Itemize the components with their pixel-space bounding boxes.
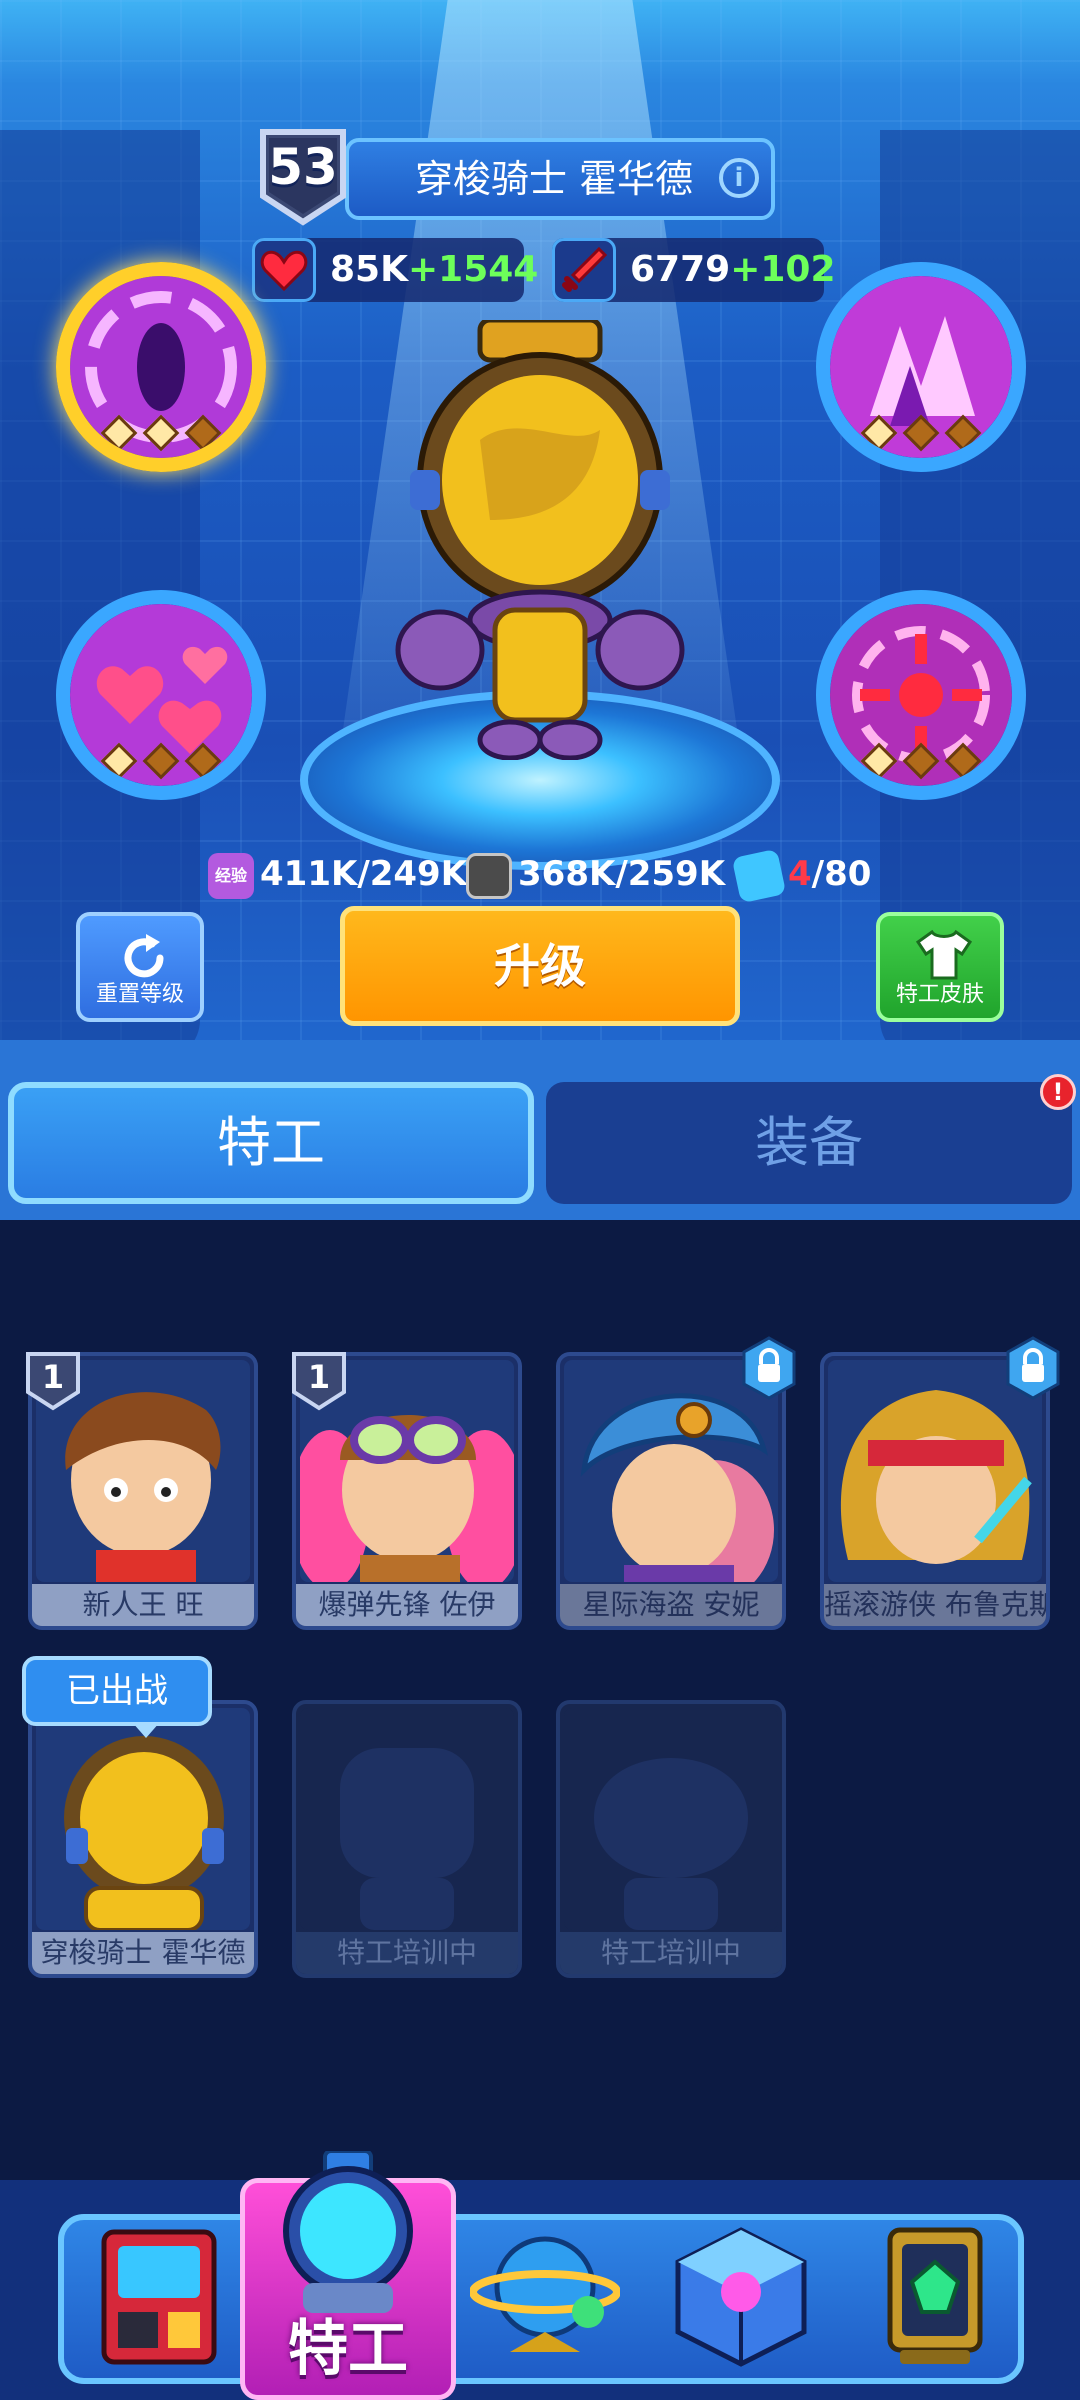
tab-agents[interactable]: 特工 — [8, 1082, 534, 1204]
reset-level-label: 重置等级 — [95, 982, 184, 1007]
nav-agents-label: 特工 — [288, 2314, 408, 2384]
deployed-tag-pointer — [132, 1722, 160, 1738]
tshirt-icon — [915, 929, 973, 980]
agent-name: 穿梭骑士 霍华德 — [32, 1932, 254, 1974]
crystal-cube-icon[interactable] — [666, 2222, 816, 2372]
attack-stat: 6779+102 — [552, 238, 836, 302]
agent-name: 特工培训中 — [296, 1932, 518, 1974]
reset-level-button[interactable]: 重置等级 — [76, 912, 204, 1022]
tape-resource: 368K/259K — [466, 846, 725, 902]
agent-card[interactable]: 特工培训中 — [556, 1700, 786, 1978]
card-count: 4 — [788, 854, 812, 894]
agent-name: 特工培训中 — [560, 1932, 782, 1974]
agent-level: 1 — [41, 1358, 65, 1396]
agent-card-icon — [731, 848, 787, 903]
hero-character-sprite — [395, 320, 685, 760]
hp-stat: 85K+1544 — [252, 238, 538, 302]
agent-name: 星际海盗 安妮 — [560, 1584, 782, 1626]
agent-card[interactable]: 特工培训中 — [292, 1700, 522, 1978]
agent-silhouette-training — [564, 1708, 778, 1930]
alert-badge-icon: ! — [1040, 1074, 1076, 1110]
exp-value: 411K/249K — [260, 854, 468, 894]
agent-portrait-howard — [36, 1708, 250, 1930]
hero-name: 穿梭骑士 霍华德 — [414, 157, 694, 201]
agent-skin-label: 特工皮肤 — [895, 982, 984, 1007]
hero-level: 53 — [268, 138, 338, 196]
exp-icon: 经验 — [208, 852, 254, 899]
agent-card[interactable]: 穿梭骑士 霍华德 — [28, 1700, 258, 1978]
tab-equipment[interactable]: 装备 — [546, 1082, 1072, 1204]
heart-icon — [252, 238, 316, 302]
exp-resource: 经验 411K/249K — [208, 846, 467, 902]
sword-icon — [552, 238, 616, 302]
agent-level: 1 — [307, 1358, 331, 1396]
skill-orb-hearts[interactable] — [56, 590, 266, 800]
cassette-tape-icon — [466, 852, 512, 899]
skill-orb-crystal[interactable] — [816, 262, 1026, 472]
upgrade-button[interactable]: 升级 — [340, 906, 740, 1026]
tape-value: 368K/259K — [518, 854, 726, 894]
agent-helmet-icon — [283, 2151, 413, 2313]
skill-orb-vortex[interactable] — [56, 262, 266, 472]
lock-icon — [1006, 1336, 1060, 1400]
agent-silhouette-training — [300, 1708, 514, 1930]
hero-name-plate: 穿梭骑士 霍华德 i — [345, 138, 775, 220]
agent-name: 爆弹先锋 佐伊 — [296, 1584, 518, 1626]
hp-value: 85K — [330, 249, 408, 290]
card-resource: 4/80 — [731, 846, 872, 903]
arcade-machine-icon[interactable] — [84, 2222, 234, 2372]
info-icon[interactable]: i — [719, 158, 759, 198]
agent-skin-button[interactable]: 特工皮肤 — [876, 912, 1004, 1022]
attack-value: 6779 — [630, 249, 731, 290]
hp-bonus: +1544 — [408, 249, 539, 290]
attack-bonus: +102 — [730, 249, 836, 290]
deployed-tag: 已出战 — [22, 1656, 212, 1726]
planet-map-icon[interactable] — [470, 2222, 620, 2372]
agent-name: 新人王 旺 — [32, 1584, 254, 1626]
gem-frame-icon[interactable] — [860, 2222, 1010, 2372]
agent-name: 摇滚游侠 布鲁克斯 — [824, 1584, 1046, 1626]
lock-icon — [742, 1336, 796, 1400]
skill-orb-target[interactable] — [816, 590, 1026, 800]
card-needed: /80 — [811, 854, 872, 894]
